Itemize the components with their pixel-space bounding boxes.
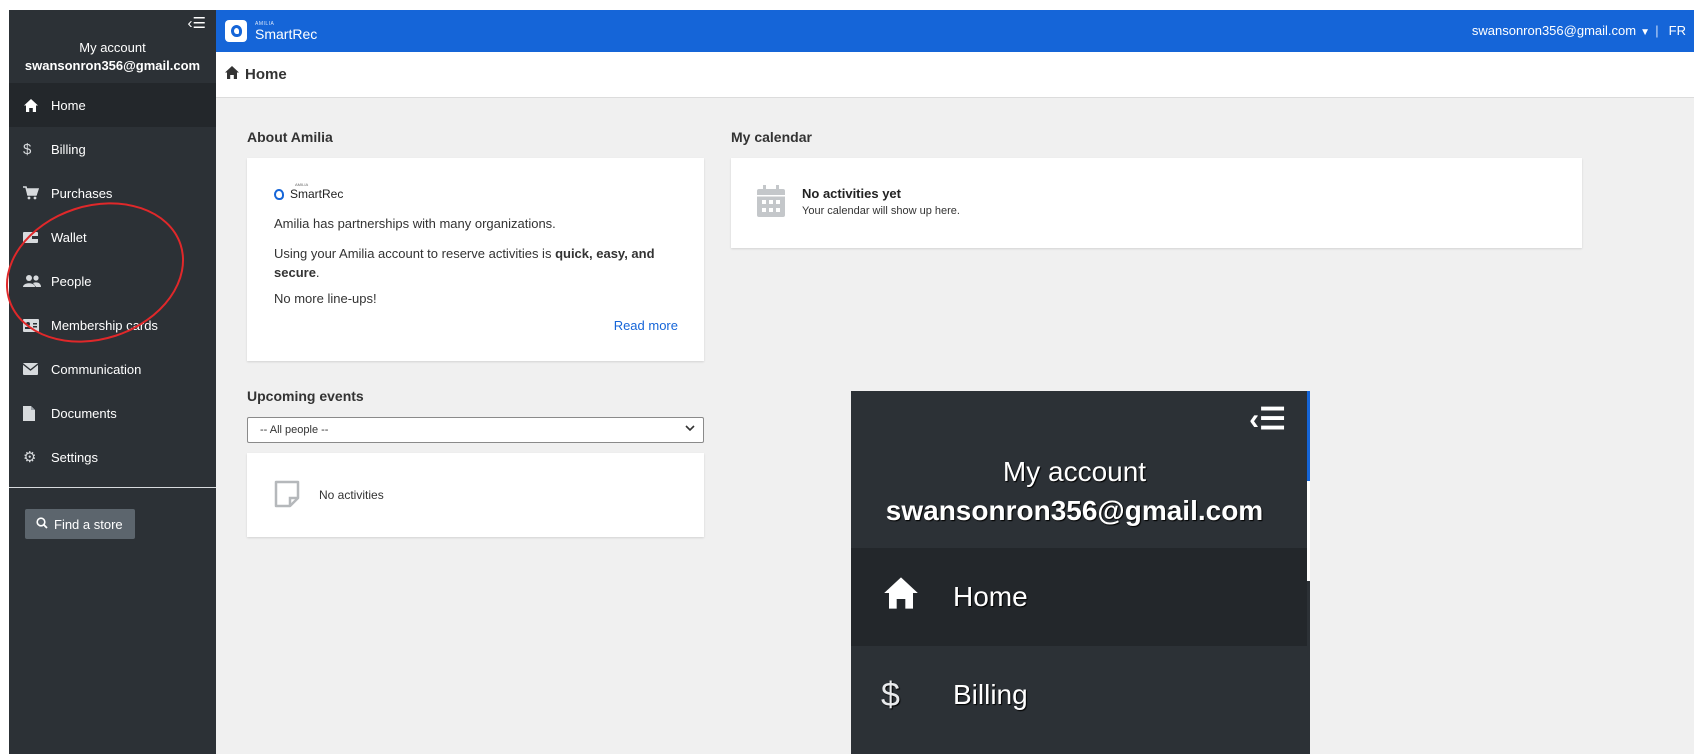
sidebar-item-membership-cards[interactable]: Membership cards [9, 303, 216, 347]
account-title: My account [79, 40, 146, 55]
breadcrumb: Home [216, 52, 1694, 98]
sidebar-item-home[interactable]: Home [9, 83, 216, 127]
sidebar-item-label: Wallet [51, 229, 87, 245]
logo-small-text: AMILIA [295, 182, 309, 187]
wallet-icon [23, 231, 51, 244]
home-icon [23, 98, 51, 113]
top-bar: AMILIA SmartRec swansonron356@gmail.com ▼… [216, 10, 1694, 52]
events-empty-text: No activities [319, 488, 384, 502]
sticky-note-icon [274, 480, 300, 508]
sidebar-item-label: Billing [51, 141, 86, 157]
calendar-heading: My calendar [731, 129, 812, 145]
calendar-empty-subtitle: Your calendar will show up here. [802, 205, 960, 217]
search-icon [36, 516, 48, 532]
home-icon [881, 575, 953, 620]
separator: | [1655, 23, 1659, 38]
left-border [0, 0, 9, 754]
caret-down-icon: ▼ [1640, 27, 1650, 38]
sidebar-item-label: Settings [51, 449, 98, 465]
top-border [0, 0, 1694, 10]
sidebar-item-label: Purchases [51, 185, 113, 201]
about-text-1: Amilia has partnerships with many organi… [274, 216, 556, 231]
calendar-card: No activities yet Your calendar will sho… [731, 158, 1582, 248]
inset-edge-white [1307, 481, 1310, 581]
sidebar-item-communication[interactable]: Communication [9, 347, 216, 391]
find-store-label: Find a store [54, 516, 123, 532]
amilia-logo-icon[interactable] [225, 20, 247, 42]
home-icon [224, 65, 240, 85]
zoomed-sidebar-inset: ‹☰ My account swansonron356@gmail.com Ho… [851, 391, 1310, 754]
inset-item-billing: $ Billing [851, 646, 1307, 744]
sidebar-item-documents[interactable]: Documents [9, 391, 216, 435]
sidebar-nav: Home $ Billing Purchases Wallet People M… [9, 83, 216, 479]
sidebar-item-settings[interactable]: ⚙ Settings [9, 435, 216, 479]
envelope-icon [23, 363, 51, 375]
sidebar-item-people[interactable]: People [9, 259, 216, 303]
people-icon [23, 274, 51, 288]
account-email: swansonron356@gmail.com [24, 58, 201, 73]
inset-item-home: Home [851, 548, 1307, 646]
sidebar-item-label: Communication [51, 361, 142, 377]
inset-account-title: My account [1002, 456, 1147, 487]
sidebar: ‹☰ My account swansonron356@gmail.com Ho… [9, 10, 216, 754]
about-heading: About Amilia [247, 129, 333, 145]
sidebar-item-label: Documents [51, 405, 117, 421]
about-card: AMILIA SmartRec Amilia has partnerships … [247, 158, 704, 361]
id-card-icon [23, 318, 51, 332]
brand-name[interactable]: SmartRec [255, 26, 317, 42]
inset-item-label: Billing [953, 679, 1028, 710]
sidebar-item-billing[interactable]: $ Billing [9, 127, 216, 171]
people-filter-select[interactable]: -- All people -- [247, 417, 704, 443]
smartrec-logo: AMILIA SmartRec [274, 182, 344, 201]
inset-item-label: Home [953, 581, 1028, 612]
amilia-logo-icon [274, 188, 284, 200]
sidebar-item-wallet[interactable]: Wallet [9, 215, 216, 259]
user-email: swansonron356@gmail.com [1471, 23, 1637, 38]
page-title: Home [245, 66, 287, 83]
inset-account-email: swansonron356@gmail.com [885, 495, 1264, 526]
sidebar-item-purchases[interactable]: Purchases [9, 171, 216, 215]
sidebar-item-label: Home [51, 97, 86, 113]
dollar-icon: $ [23, 140, 32, 158]
sidebar-divider [9, 487, 216, 488]
events-heading: Upcoming events [247, 388, 364, 404]
cart-icon [23, 186, 51, 200]
sidebar-item-label: People [51, 273, 92, 289]
logo-text: SmartRec [290, 187, 344, 201]
inset-edge-blue [1307, 391, 1310, 481]
events-card: No activities [247, 453, 704, 537]
dollar-icon: $ [881, 675, 900, 714]
about-text-2-post: . [315, 265, 320, 280]
about-text-2-pre: Using your Amilia account to reserve act… [274, 246, 556, 261]
about-text-2: Using your Amilia account to reserve act… [274, 244, 674, 282]
gear-icon: ⚙ [23, 449, 37, 466]
document-icon [23, 405, 51, 421]
people-filter-value: -- All people -- [260, 424, 329, 436]
language-switch[interactable]: | FR [1655, 23, 1686, 38]
read-more-link[interactable]: Read more [614, 318, 678, 333]
calendar-icon [757, 185, 785, 217]
calendar-empty-title: No activities yet [802, 186, 901, 201]
collapse-menu-icon[interactable]: ‹☰ [188, 16, 206, 31]
sidebar-item-label: Membership cards [51, 317, 158, 333]
about-text-3: No more line-ups! [274, 291, 377, 306]
chevron-down-icon [685, 423, 695, 436]
language-label: FR [1668, 23, 1686, 38]
find-store-button[interactable]: Find a store [25, 509, 135, 539]
user-menu[interactable]: swansonron356@gmail.com ▼ [1472, 23, 1650, 38]
collapse-menu-icon: ‹☰ [1249, 403, 1286, 436]
